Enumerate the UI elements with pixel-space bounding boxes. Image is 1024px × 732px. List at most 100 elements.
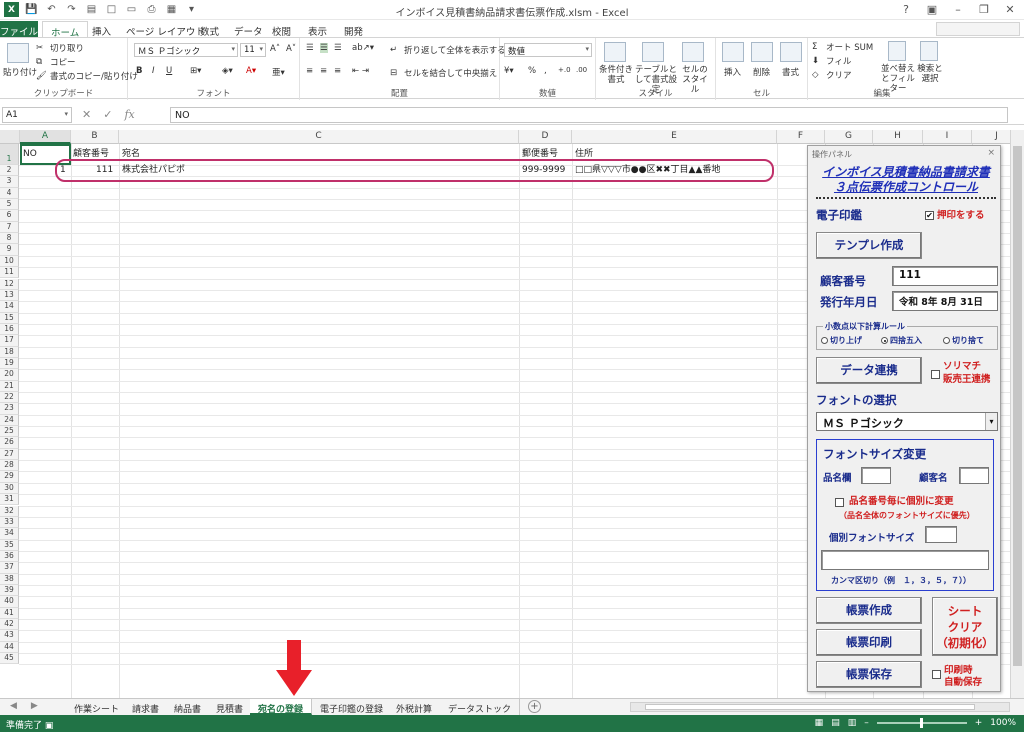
row-header[interactable]: 16 — [0, 323, 19, 336]
template-button[interactable]: テンプレ作成 — [816, 232, 922, 259]
delete-cells-icon[interactable] — [751, 42, 773, 62]
row-header[interactable]: 43 — [0, 630, 19, 642]
row-header[interactable]: 28 — [0, 460, 19, 472]
issue-date-input[interactable]: 令和 8年 8月 31日 — [892, 291, 998, 311]
font-name-combo[interactable]: ＭＳ Ｐゴシック — [134, 43, 238, 57]
next-sheet-icon[interactable]: ▶ — [31, 701, 38, 711]
customer-no-input[interactable]: 111 — [892, 266, 998, 286]
row-header[interactable]: 7 — [0, 221, 19, 234]
autosum-button[interactable]: Σ オート SUM — [812, 41, 873, 53]
sheet-tab-datastock[interactable]: データストック — [440, 699, 521, 715]
item-field-size-input[interactable] — [861, 467, 891, 484]
row-header[interactable]: 41 — [0, 607, 19, 619]
customer-name-size-input[interactable] — [959, 467, 989, 484]
find-select-button[interactable]: 検索と選択 — [916, 64, 944, 84]
row-header[interactable]: 11 — [0, 267, 19, 279]
row-header[interactable]: 30 — [0, 482, 19, 495]
font-color-icon[interactable]: A▾ — [246, 66, 256, 76]
individual-checkbox[interactable] — [835, 498, 844, 507]
sheet-tab-tax[interactable]: 外税計算 — [388, 699, 442, 715]
row-header[interactable]: 33 — [0, 516, 19, 529]
row-header[interactable]: 9 — [0, 244, 19, 256]
sorimachi-checkbox[interactable] — [931, 370, 940, 379]
ribbon-display-icon[interactable]: ▣ — [924, 2, 940, 16]
format-painter-button[interactable]: 🖌 書式のコピー/貼り付け — [36, 70, 138, 82]
zoom-in-icon[interactable]: + — [975, 718, 983, 728]
column-header-h[interactable]: H — [873, 130, 923, 144]
underline-button[interactable]: U — [166, 66, 172, 76]
row-header[interactable]: 4 — [0, 187, 19, 200]
row-header[interactable]: 18 — [0, 346, 19, 358]
tab-review[interactable]: 校閲 — [264, 21, 299, 38]
italic-button[interactable]: I — [152, 66, 155, 76]
shrink-font-icon[interactable]: A˅ — [286, 44, 296, 54]
conditional-format-icon[interactable] — [604, 42, 626, 62]
fill-button[interactable]: ⬇ フィル — [812, 55, 851, 67]
tab-developer[interactable]: 開発 — [336, 21, 371, 38]
row-header[interactable]: 26 — [0, 437, 19, 449]
format-table-icon[interactable] — [642, 42, 664, 62]
align-right-icon[interactable]: ≡ — [334, 66, 341, 76]
sheet-tab-delivery[interactable]: 納品書 — [166, 699, 211, 715]
merge-center-button[interactable]: ⊟ セルを結合して中央揃え — [390, 67, 497, 79]
sheet-tab-invoice[interactable]: 請求書 — [124, 699, 169, 715]
align-bottom-icon[interactable]: ☰ — [334, 43, 342, 53]
radio-round-half[interactable]: 四捨五入 — [881, 335, 922, 346]
column-header-i[interactable]: I — [923, 130, 972, 144]
help-icon[interactable]: ? — [898, 2, 914, 16]
column-header-g[interactable]: G — [825, 130, 873, 144]
currency-icon[interactable]: ¥▾ — [504, 66, 514, 76]
row-header[interactable]: 35 — [0, 539, 19, 551]
name-box[interactable]: A1 — [2, 107, 72, 123]
close-icon[interactable]: ✕ — [1002, 2, 1018, 16]
phonetic-icon[interactable]: 亜▾ — [272, 66, 285, 78]
fill-color-icon[interactable]: ◈▾ — [222, 66, 233, 76]
panel-close-icon[interactable]: × — [987, 148, 995, 158]
bold-button[interactable]: B — [136, 66, 142, 76]
column-header-a[interactable]: A — [20, 130, 71, 144]
align-left-icon[interactable]: ≡ — [306, 66, 313, 76]
row-header[interactable]: 39 — [0, 584, 19, 597]
restore-icon[interactable]: ❐ — [976, 2, 992, 16]
grow-font-icon[interactable]: A˄ — [270, 44, 280, 54]
row-header[interactable]: 13 — [0, 289, 19, 302]
row-header[interactable]: 2 — [0, 165, 19, 177]
paste-button[interactable]: 貼り付け — [3, 66, 37, 78]
insert-function-icon[interactable]: fx — [124, 108, 134, 121]
zoom-out-icon[interactable]: – — [864, 718, 869, 728]
account-box[interactable] — [936, 22, 1020, 36]
row-header[interactable]: 22 — [0, 392, 19, 404]
cell-styles-icon[interactable] — [682, 42, 704, 62]
sheet-tab-address[interactable]: 宛名の登録 — [250, 699, 313, 715]
column-header-b[interactable]: B — [71, 130, 119, 144]
seal-checkbox[interactable]: ✔ — [925, 211, 934, 220]
row-header[interactable]: 27 — [0, 448, 19, 461]
format-cells-icon[interactable] — [780, 42, 802, 62]
vertical-scrollbar[interactable] — [1010, 130, 1024, 698]
format-cells-button[interactable]: 書式 — [782, 66, 799, 78]
orientation-icon[interactable]: ab↗▾ — [352, 43, 374, 53]
copy-button[interactable]: ⧉ コピー — [36, 56, 76, 68]
sheet-tab-work[interactable]: 作業シート — [66, 699, 129, 715]
dropdown-arrow-icon[interactable]: ▾ — [985, 413, 997, 430]
align-top-icon[interactable]: ☰ — [306, 43, 314, 53]
font-size-combo[interactable]: 11 — [240, 43, 266, 57]
column-header-d[interactable]: D — [519, 130, 572, 144]
sheet-tab-seal[interactable]: 電子印鑑の登録 — [312, 699, 393, 715]
decrease-decimal-icon[interactable]: .00 — [576, 66, 587, 74]
sheet-tab-estimate[interactable]: 見積書 — [208, 699, 253, 715]
insert-cells-icon[interactable] — [722, 42, 744, 62]
column-header-j[interactable]: J — [972, 130, 1010, 144]
row-header[interactable]: 21 — [0, 380, 19, 392]
column-header-c[interactable]: C — [119, 130, 519, 144]
row-header[interactable]: 36 — [0, 550, 19, 563]
row-header[interactable]: 14 — [0, 301, 19, 313]
select-all-corner[interactable] — [0, 130, 20, 144]
horizontal-scrollbar[interactable] — [630, 702, 1010, 712]
confirm-entry-icon[interactable]: ✓ — [103, 108, 112, 121]
page-layout-view-icon[interactable]: ▤ — [831, 718, 840, 728]
formula-input[interactable]: NO — [170, 107, 1008, 123]
radio-round-down[interactable]: 切り捨て — [943, 335, 984, 346]
clear-button[interactable]: ◇ クリア — [812, 69, 852, 81]
data-link-button[interactable]: データ連携 — [816, 357, 922, 384]
